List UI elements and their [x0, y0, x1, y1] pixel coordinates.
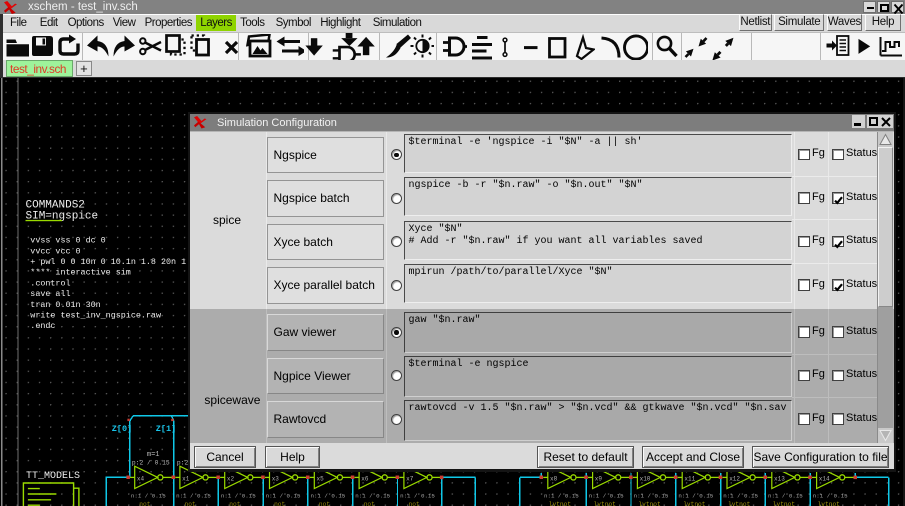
- svg-text:n:1 / 0.15: n:1 / 0.15: [589, 493, 624, 500]
- svg-text:COMMANDS2: COMMANDS2: [26, 200, 85, 212]
- svg-text:lvtnot: lvtnot: [594, 501, 617, 506]
- svg-text:n:1 / 0.15: n:1 / 0.15: [723, 493, 758, 500]
- svg-text:lvtnot: lvtnot: [728, 501, 751, 506]
- svg-text:n:1 / 0.15: n:1 / 0.15: [266, 493, 301, 500]
- svg-text:n:1 / 0.15: n:1 / 0.15: [400, 493, 435, 500]
- svg-text:n:1 / 0.15: n:1 / 0.15: [813, 493, 848, 500]
- svg-text:x10: x10: [640, 476, 651, 483]
- svg-text:+ pwl 0 0 10n 0 10.1n 1.8 20n: + pwl 0 0 10n 0 10.1n 1.8 20n 1: [30, 257, 186, 267]
- svg-text:n:1 / 0.15: n:1 / 0.15: [768, 493, 803, 500]
- svg-text:x14: x14: [819, 476, 830, 483]
- svg-text:x2: x2: [227, 476, 235, 483]
- svg-text:x6: x6: [361, 476, 369, 483]
- svg-text:not: not: [409, 501, 420, 506]
- svg-text:**** interactive sim: **** interactive sim: [30, 268, 131, 278]
- svg-text:write test_inv_ngspice.raw: write test_inv_ngspice.raw: [30, 311, 161, 321]
- svg-text:x1: x1: [182, 476, 190, 483]
- svg-text:.control: .control: [30, 278, 70, 288]
- svg-text:x4: x4: [137, 476, 145, 483]
- svg-text:lvtnot: lvtnot: [549, 501, 572, 506]
- svg-text:n:1 / 0.15: n:1 / 0.15: [544, 493, 579, 500]
- svg-text:n:1 / 0.15: n:1 / 0.15: [311, 493, 346, 500]
- svg-text:not: not: [319, 501, 330, 506]
- svg-text:x8: x8: [550, 476, 558, 483]
- svg-text:x7: x7: [406, 476, 414, 483]
- svg-text:tran 0.01n 30n: tran 0.01n 30n: [30, 300, 100, 310]
- svg-text:n:1 / 0.15: n:1 / 0.15: [634, 493, 669, 500]
- svg-text:x9: x9: [595, 476, 603, 483]
- svg-text:vvcc vcc 0: vvcc vcc 0: [30, 246, 80, 256]
- svg-text:save all: save all: [30, 289, 70, 299]
- svg-text:lvtnot: lvtnot: [818, 501, 841, 506]
- svg-text:x11: x11: [684, 476, 695, 483]
- svg-text:not: not: [229, 501, 240, 506]
- svg-text:p:2 / 0.15: p:2 / 0.15: [132, 460, 170, 467]
- svg-text:n:1 / 0.15: n:1 / 0.15: [176, 493, 211, 500]
- svg-text:x5: x5: [317, 476, 325, 483]
- svg-text:not: not: [185, 501, 196, 506]
- svg-text:lvtnot: lvtnot: [683, 501, 706, 506]
- svg-text:x13: x13: [774, 476, 785, 483]
- svg-text:Z[1]: Z[1]: [156, 424, 176, 434]
- svg-text:x3: x3: [272, 476, 280, 483]
- svg-text:m=1: m=1: [147, 451, 160, 459]
- svg-text:n:1 / 0.15: n:1 / 0.15: [131, 493, 166, 500]
- svg-text:lvtnot: lvtnot: [638, 501, 661, 506]
- svg-text:lvtnot: lvtnot: [773, 501, 796, 506]
- svg-text:not: not: [274, 501, 285, 506]
- svg-text:not: not: [364, 501, 375, 506]
- svg-text:n:1 / 0.15: n:1 / 0.15: [678, 493, 713, 500]
- svg-text:.endc: .endc: [30, 321, 55, 331]
- svg-text:not: not: [139, 501, 150, 506]
- svg-text:n:1 / 0.15: n:1 / 0.15: [221, 493, 256, 500]
- svg-text:vvss vss 0 dc 0: vvss vss 0 dc 0: [30, 236, 105, 246]
- svg-text:Z[0]: Z[0]: [112, 424, 132, 434]
- svg-text:n:1 / 0.15: n:1 / 0.15: [355, 493, 390, 500]
- svg-text:TT_MODELS: TT_MODELS: [26, 471, 80, 482]
- svg-text:x12: x12: [729, 476, 740, 483]
